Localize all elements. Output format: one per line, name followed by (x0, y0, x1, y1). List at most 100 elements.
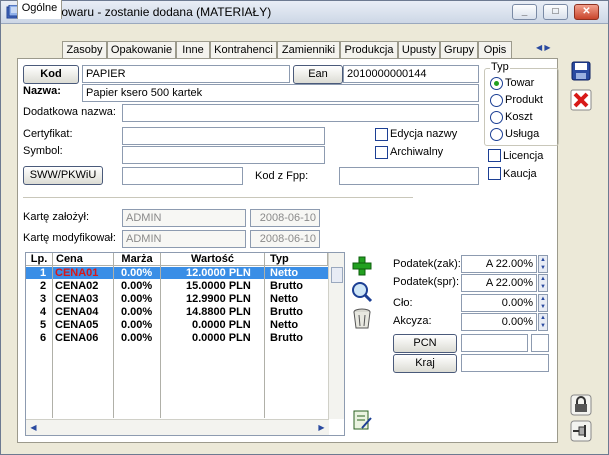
kraj-button[interactable]: Kraj (393, 354, 457, 373)
table-row[interactable]: 6 CENA06 0.00% 0.0000 PLN Brutto (26, 332, 328, 344)
clo-field[interactable]: 0.00% (461, 294, 537, 312)
tab-zasoby[interactable]: Zasoby (62, 41, 107, 58)
akcyza-field[interactable]: 0.00% (461, 313, 537, 331)
maximize-icon: □ (552, 6, 559, 17)
kraj-field[interactable] (461, 354, 549, 372)
trash-icon[interactable] (350, 307, 374, 331)
typ-usluga-radio[interactable] (490, 128, 503, 141)
table-horizontal-scrollbar[interactable]: ◀ ▶ (26, 419, 329, 435)
save-icon[interactable] (569, 59, 593, 83)
table-row[interactable]: 1 CENA01 0.00% 12.0000 PLN Netto (26, 267, 328, 279)
table-row[interactable]: 5 CENA05 0.00% 0.0000 PLN Netto (26, 319, 328, 331)
col-header-lp[interactable]: Lp. (26, 253, 53, 266)
licencja-checkbox[interactable] (488, 149, 501, 162)
zalozyl-user-field: ADMIN (122, 209, 246, 227)
clo-spinner[interactable]: ▲ ▼ (538, 294, 548, 312)
scroll-left-icon[interactable]: ◀ (26, 420, 41, 435)
modyfikowal-user-field: ADMIN (122, 230, 246, 248)
spin-down-icon[interactable]: ▼ (540, 304, 546, 310)
pcn-extra-field[interactable] (531, 334, 549, 352)
vscroll-thumb[interactable] (331, 267, 343, 283)
akcyza-spinner[interactable]: ▲ ▼ (538, 313, 548, 331)
spin-down-icon[interactable]: ▼ (540, 323, 546, 329)
kaucja-checkbox[interactable] (488, 167, 501, 180)
kod-fpp-input[interactable] (339, 167, 479, 185)
typ-towar-radio[interactable] (490, 77, 503, 90)
tab-label: Grupy (444, 44, 474, 56)
podatek-zak-field[interactable]: A 22.00% (461, 255, 537, 273)
edycja-nazwy-checkbox[interactable] (375, 128, 388, 141)
col-header-marza[interactable]: Marża (114, 253, 161, 266)
row-typ: Brutto (270, 306, 303, 318)
pcn-button[interactable]: PCN (393, 334, 457, 353)
podatek-spr-spinner[interactable]: ▲ ▼ (538, 274, 548, 292)
certyfikat-label: Certyfikat: (23, 128, 73, 140)
tab-opis[interactable]: Opis (478, 41, 512, 58)
typ-produkt-radio[interactable] (490, 94, 503, 107)
tab-scroll-left-icon[interactable]: ◀ (536, 43, 542, 52)
dodatkowa-nazwa-input[interactable] (122, 104, 479, 122)
col-header-typ[interactable]: Typ (265, 253, 328, 266)
kod-button[interactable]: Kod (23, 65, 79, 84)
spin-down-icon[interactable]: ▼ (540, 284, 546, 290)
tab-produkcja[interactable]: Produkcja (340, 41, 398, 58)
row-cena: CENA05 (55, 319, 99, 331)
podatek-spr-field[interactable]: A 22.00% (461, 274, 537, 292)
close-button[interactable]: ✕ (574, 4, 599, 20)
spin-down-icon[interactable]: ▼ (540, 265, 546, 271)
certyfikat-input[interactable] (122, 127, 325, 145)
tab-ogolne[interactable]: Ogólne (17, 0, 62, 19)
window: Karta towaru - zostanie dodana (MATERIAŁ… (0, 0, 609, 455)
tab-label: Upusty (401, 44, 437, 56)
nazwa-input[interactable]: Papier ksero 500 kartek (82, 84, 479, 102)
scroll-right-icon[interactable]: ▶ (314, 420, 329, 435)
tab-scroll-arrows[interactable]: ◀ ▶ (536, 43, 558, 55)
sww-pkwiu-input[interactable] (122, 167, 243, 185)
table-row[interactable]: 4 CENA04 0.00% 14.8800 PLN Brutto (26, 306, 328, 318)
tab-upusty[interactable]: Upusty (398, 41, 440, 58)
kod-input[interactable]: PAPIER (82, 65, 290, 83)
podatek-zak-spinner[interactable]: ▲ ▼ (538, 255, 548, 273)
ean-input[interactable]: 2010000000144 (343, 65, 479, 83)
col-header-wartosc[interactable]: Wartość (161, 253, 265, 266)
tab-grupy[interactable]: Grupy (440, 41, 478, 58)
cancel-icon[interactable] (569, 88, 593, 112)
kod-fpp-label: Kod z Fpp: (255, 170, 309, 182)
spin-up-icon[interactable]: ▲ (540, 315, 546, 321)
clo-label: Cło: (393, 297, 413, 309)
ean-button[interactable]: Ean (293, 65, 343, 84)
tab-label: Zamienniki (281, 44, 336, 56)
row-lp: 4 (40, 306, 47, 318)
col-divider (264, 253, 265, 418)
pin-icon[interactable] (569, 419, 593, 443)
tab-label: Kontrahenci (214, 44, 273, 56)
maximize-button[interactable]: □ (543, 4, 568, 20)
edit-document-icon[interactable] (350, 408, 374, 432)
sww-pkwiu-button[interactable]: SWW/PKWiU (23, 166, 103, 185)
table-row[interactable]: 2 CENA02 0.00% 15.0000 PLN Brutto (26, 280, 328, 292)
table-row[interactable]: 3 CENA03 0.00% 12.9900 PLN Netto (26, 293, 328, 305)
dodatkowa-nazwa-label: Dodatkowa nazwa: (23, 106, 116, 118)
tab-inne[interactable]: Inne (176, 41, 210, 58)
tab-zamienniki[interactable]: Zamienniki (277, 41, 340, 58)
spin-up-icon[interactable]: ▲ (540, 257, 546, 263)
col-header-cena[interactable]: Cena (53, 253, 114, 266)
tab-opakowanie[interactable]: Opakowanie (107, 41, 176, 58)
search-icon[interactable] (350, 280, 374, 304)
tab-kontrahenci[interactable]: Kontrahenci (210, 41, 277, 58)
table-vertical-scrollbar[interactable] (328, 253, 344, 419)
spin-up-icon[interactable]: ▲ (540, 296, 546, 302)
symbol-input[interactable] (122, 146, 325, 164)
archiwalny-checkbox[interactable] (375, 146, 388, 159)
tab-label: Produkcja (344, 44, 394, 56)
row-lp: 5 (40, 319, 47, 331)
price-table[interactable]: Lp. Cena Marża Wartość Typ 1 CENA01 0.00… (25, 252, 345, 436)
typ-koszt-radio[interactable] (490, 111, 503, 124)
add-price-icon[interactable] (350, 254, 374, 278)
lock-icon[interactable] (569, 393, 593, 417)
spin-up-icon[interactable]: ▲ (540, 276, 546, 282)
pcn-code-field[interactable] (461, 334, 528, 352)
tab-label: Inne (182, 44, 204, 56)
minimize-button[interactable]: _ (512, 4, 537, 20)
tab-scroll-right-icon[interactable]: ▶ (544, 43, 550, 52)
